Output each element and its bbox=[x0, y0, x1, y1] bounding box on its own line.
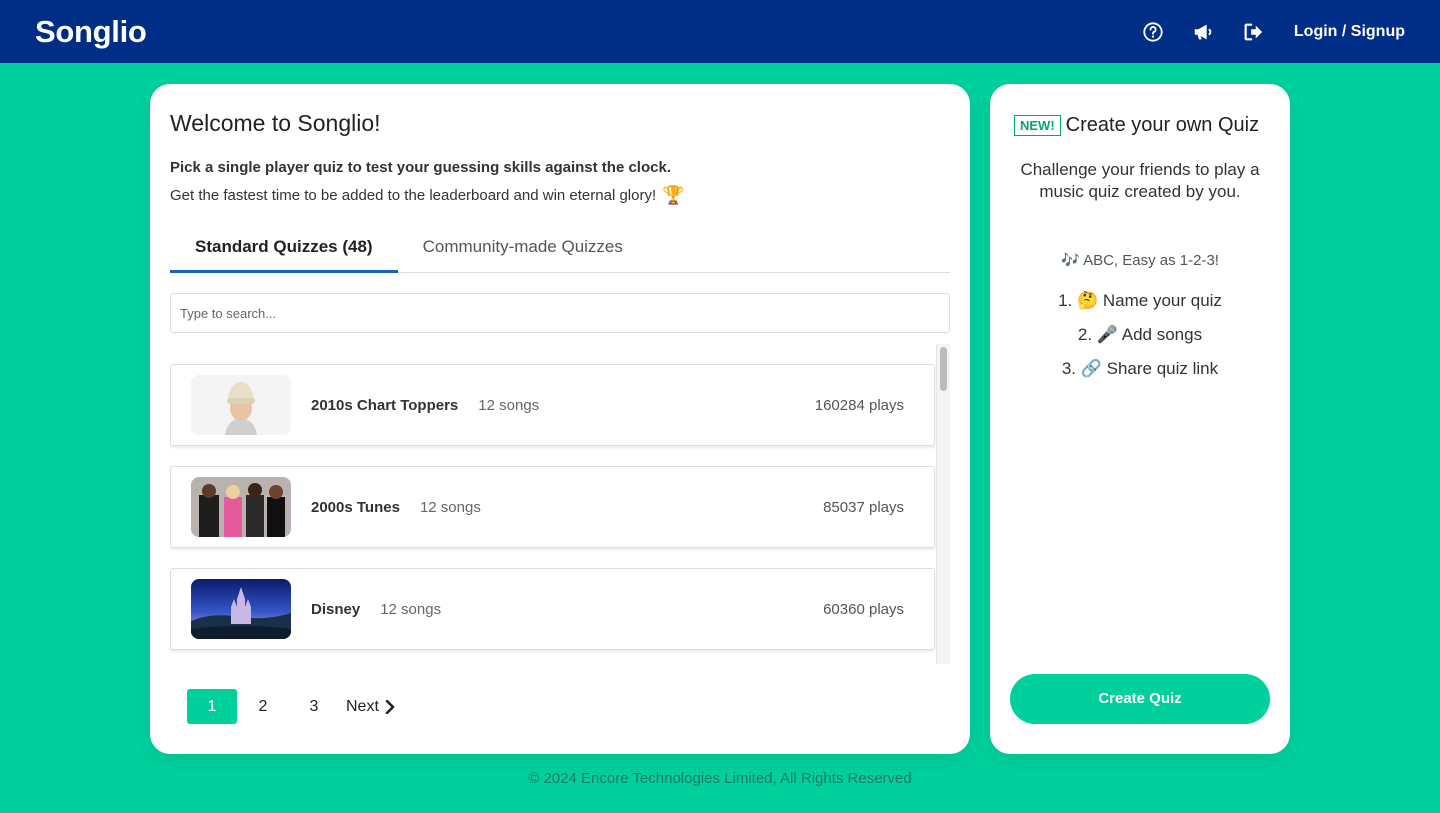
logo[interactable]: Songlio bbox=[35, 14, 147, 50]
trophy-icon: 🏆 bbox=[662, 185, 685, 205]
quiz-thumbnail bbox=[191, 375, 291, 435]
footer-copyright: © 2024 Encore Technologies Limited, All … bbox=[528, 770, 912, 787]
logout-icon[interactable] bbox=[1242, 21, 1264, 43]
step-share-link: 3. 🔗 Share quiz link bbox=[1061, 359, 1219, 378]
page-title: Welcome to Songlio! bbox=[170, 110, 381, 136]
quiz-play-count: 60360 plays bbox=[823, 600, 904, 618]
quiz-row-2010s-chart-toppers[interactable]: 2010s Chart Toppers 12 songs 160284 play… bbox=[170, 364, 935, 446]
quiz-name: Disney bbox=[311, 600, 361, 618]
quiz-row-disney[interactable]: Disney 12 songs 60360 plays bbox=[170, 568, 935, 650]
intro-subtext-label: Get the fastest time to be added to the … bbox=[170, 187, 657, 204]
quiz-thumbnail bbox=[191, 477, 291, 537]
create-quiz-header: NEW! Create your own Quiz bbox=[1014, 114, 1290, 137]
quiz-song-count: 12 songs bbox=[478, 396, 540, 414]
create-quiz-description: Challenge your friends to play a music q… bbox=[1020, 160, 1260, 201]
scrollbar-thumb[interactable] bbox=[940, 347, 947, 391]
quiz-tabs: Standard Quizzes (48) Community-made Qui… bbox=[170, 230, 950, 273]
intro-text: Pick a single player quiz to test your g… bbox=[170, 159, 671, 176]
quiz-name: 2000s Tunes bbox=[311, 498, 400, 516]
page-1-button[interactable]: 1 bbox=[187, 689, 237, 724]
easy-tagline: 🎶 ABC, Easy as 1-2-3! bbox=[1061, 252, 1219, 269]
next-label: Next bbox=[346, 697, 379, 715]
tab-community-quizzes[interactable]: Community-made Quizzes bbox=[398, 230, 648, 273]
quiz-play-count: 160284 plays bbox=[814, 396, 904, 414]
quiz-song-count: 12 songs bbox=[419, 498, 481, 516]
create-quiz-button[interactable]: Create Quiz bbox=[1010, 674, 1270, 724]
quiz-list: 2010s Chart Toppers 12 songs 160284 play… bbox=[170, 364, 935, 664]
step-add-songs: 2. 🎤 Add songs bbox=[1077, 325, 1203, 344]
create-steps: 1. 🤔 Name your quiz 2. 🎤 Add songs 3. 🔗 … bbox=[990, 291, 1290, 379]
nav-actions: Login / Signup bbox=[1114, 21, 1405, 43]
quiz-play-count: 85037 plays bbox=[823, 498, 904, 516]
top-navbar: Songlio Login / Signup bbox=[0, 0, 1440, 63]
intro-subtext: Get the fastest time to be added to the … bbox=[170, 185, 950, 206]
create-quiz-title: Create your own Quiz bbox=[1065, 114, 1260, 136]
pagination: 1 2 3 Next bbox=[187, 689, 950, 724]
login-signup-link[interactable]: Login / Signup bbox=[1294, 23, 1405, 41]
megaphone-icon[interactable] bbox=[1192, 21, 1214, 43]
tab-standard-quizzes[interactable]: Standard Quizzes (48) bbox=[170, 230, 398, 273]
page-3-button[interactable]: 3 bbox=[289, 689, 339, 724]
search-input[interactable] bbox=[170, 293, 950, 333]
step-name-quiz: 1. 🤔 Name your quiz bbox=[1058, 291, 1222, 310]
quiz-row-2000s-tunes[interactable]: 2000s Tunes 12 songs 85037 plays bbox=[170, 466, 935, 548]
page-2-button[interactable]: 2 bbox=[238, 689, 288, 724]
quiz-name: 2010s Chart Toppers bbox=[311, 396, 459, 414]
help-circle-icon[interactable] bbox=[1142, 21, 1164, 43]
chevron-right-icon bbox=[385, 699, 395, 714]
create-quiz-card: NEW! Create your own Quiz Challenge your… bbox=[990, 84, 1290, 754]
quiz-song-count: 12 songs bbox=[380, 600, 442, 618]
quiz-thumbnail bbox=[191, 579, 291, 639]
list-scrollbar[interactable] bbox=[936, 344, 950, 664]
quiz-list-container: 2010s Chart Toppers 12 songs 160284 play… bbox=[170, 344, 950, 664]
new-badge: NEW! bbox=[1014, 115, 1061, 136]
quiz-selection-card: Welcome to Songlio! Pick a single player… bbox=[150, 84, 970, 754]
next-page-button[interactable]: Next bbox=[346, 698, 395, 716]
